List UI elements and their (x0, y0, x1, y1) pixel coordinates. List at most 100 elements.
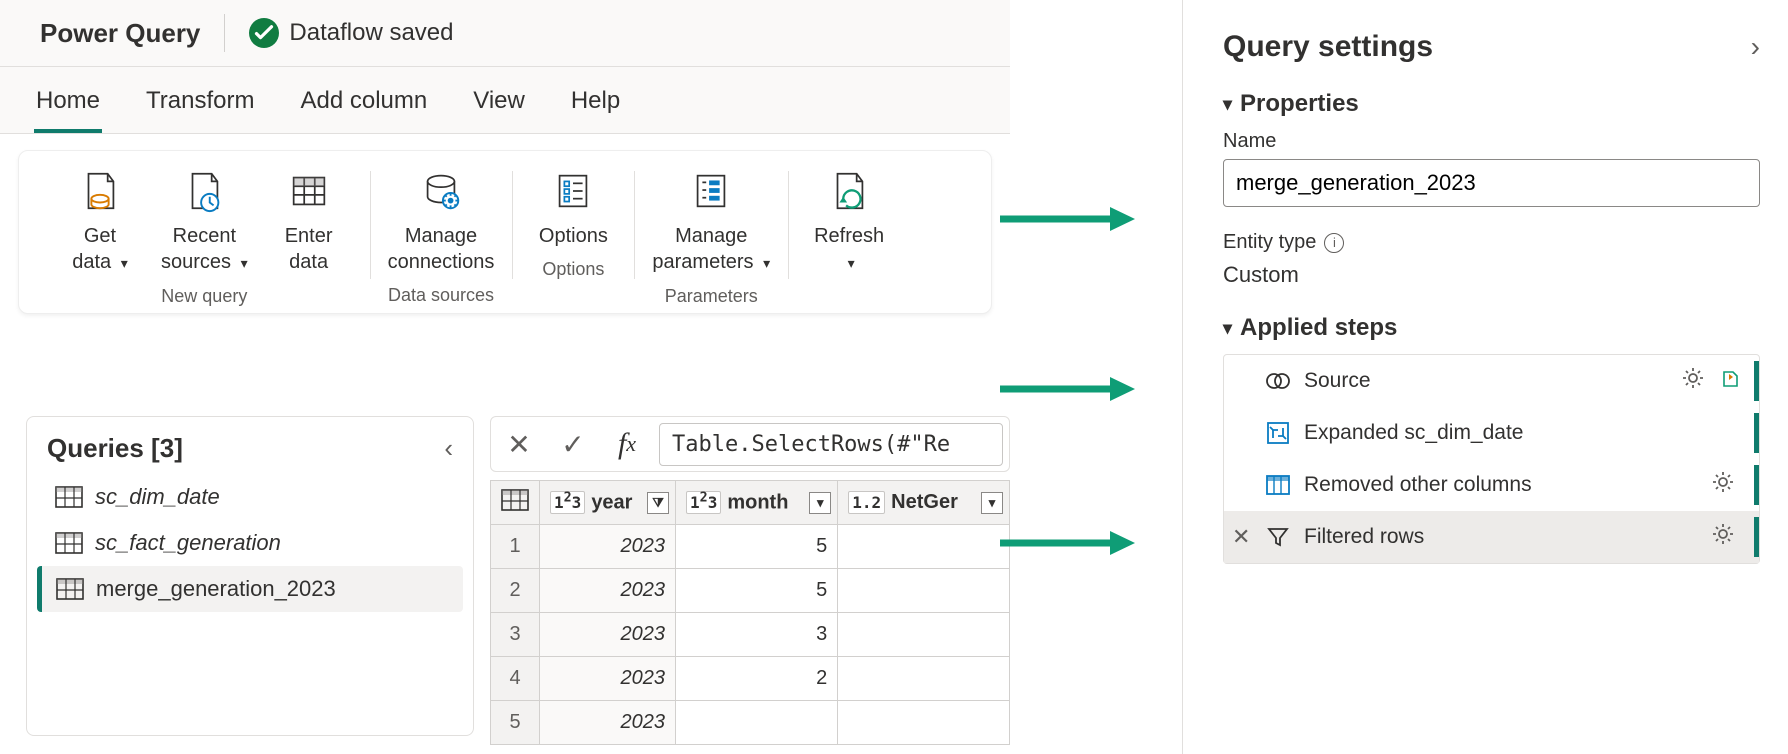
query-item-merge-generation-2023[interactable]: merge_generation_2023 (37, 566, 463, 612)
cell-year[interactable]: 2023 (540, 613, 676, 657)
queries-title: Queries [3] (47, 433, 183, 464)
cell-year[interactable]: 2023 (540, 525, 676, 569)
cell-month[interactable]: 5 (676, 569, 838, 613)
settings-collapse-button[interactable]: › (1751, 31, 1760, 63)
cell-year[interactable]: 2023 (540, 657, 676, 701)
data-grid-area: ✕ ✓ fx Table.SelectRows(#"Re 123year⧩123… (490, 416, 1010, 736)
properties-section-header[interactable]: ▾ Properties (1223, 90, 1760, 118)
annotation-arrow (1000, 528, 1130, 542)
applied-step-expanded-sc_dim_date[interactable]: ✕ Expanded sc_dim_date (1224, 407, 1759, 459)
source-icon (1264, 367, 1292, 395)
delete-step-button[interactable]: ✕ (1232, 524, 1250, 550)
options-button[interactable]: Options (530, 163, 616, 249)
row-number: 1 (491, 525, 540, 569)
gear-icon[interactable] (1681, 366, 1705, 396)
tab-transform[interactable]: Transform (144, 77, 256, 133)
formula-cancel-button[interactable]: ✕ (497, 422, 541, 466)
cell-year[interactable]: 2023 (540, 701, 676, 745)
gear-icon[interactable] (1711, 522, 1735, 552)
query-name-input[interactable] (1223, 159, 1760, 207)
cell-netger[interactable] (838, 569, 1010, 613)
manage-connections-button[interactable]: Manageconnections (388, 163, 495, 275)
options-icon (545, 163, 601, 219)
chevron-down-icon: ▾ (241, 255, 248, 271)
refresh-button[interactable]: Refresh▾ (806, 163, 892, 276)
queries-collapse-button[interactable]: ‹ (444, 433, 453, 464)
step-accent-bar (1754, 413, 1759, 453)
recent-sources-button[interactable]: Recentsources ▾ (161, 163, 248, 276)
step-label: Source (1304, 369, 1371, 393)
table-row[interactable]: 1 2023 5 (491, 525, 1010, 569)
manage-parameters-button[interactable]: Manageparameters ▾ (652, 163, 770, 276)
tab-add-column[interactable]: Add column (299, 77, 430, 133)
save-status-text: Dataflow saved (289, 19, 453, 47)
table-icon (55, 532, 83, 554)
manage-connections-icon (413, 163, 469, 219)
ribbon: Getdata ▾Recentsources ▾Enterdata New que… (18, 150, 992, 314)
cell-year[interactable]: 2023 (540, 569, 676, 613)
info-icon[interactable]: i (1324, 233, 1344, 253)
gear-icon[interactable] (1711, 470, 1735, 500)
cell-netger[interactable] (838, 657, 1010, 701)
cell-month[interactable]: 5 (676, 525, 838, 569)
data-grid[interactable]: 123year⧩123month▾1.2NetGer▾ 1 2023 5 2 2… (490, 480, 1010, 745)
applied-step-filtered-rows[interactable]: ✕ Filtered rows (1224, 511, 1759, 563)
enter-data-icon (281, 163, 337, 219)
entity-type-label: Entity type i (1223, 231, 1760, 254)
chevron-down-icon: ▾ (848, 255, 855, 271)
filter-icon[interactable]: ⧩ (647, 492, 669, 514)
tab-help[interactable]: Help (569, 77, 622, 133)
step-label: Filtered rows (1304, 525, 1424, 549)
applied-steps-list: ✕ Source ✕ Expanded sc_dim_date ✕ Remove… (1223, 354, 1760, 564)
formula-commit-button[interactable]: ✓ (551, 422, 595, 466)
applied-steps-section-header[interactable]: ▾ Applied steps (1223, 314, 1760, 342)
table-row[interactable]: 4 2023 2 (491, 657, 1010, 701)
cell-month[interactable]: 2 (676, 657, 838, 701)
applied-step-removed-other-columns[interactable]: ✕ Removed other columns (1224, 459, 1759, 511)
row-number: 3 (491, 613, 540, 657)
table-icon (55, 486, 83, 508)
titlebar-divider (224, 14, 225, 52)
query-item-sc-dim-date[interactable]: sc_dim_date (37, 474, 463, 520)
row-number: 2 (491, 569, 540, 613)
chevron-down-icon: ▾ (1223, 94, 1232, 115)
cell-netger[interactable] (838, 525, 1010, 569)
tab-home[interactable]: Home (34, 77, 102, 133)
table-row[interactable]: 5 2023 (491, 701, 1010, 745)
query-settings-title: Query settings (1223, 30, 1433, 64)
chevron-down-icon[interactable]: ▾ (981, 492, 1003, 514)
get-data-button[interactable]: Getdata ▾ (57, 163, 143, 276)
annotation-arrow (1000, 374, 1130, 388)
query-item-sc-fact-generation[interactable]: sc_fact_generation (37, 520, 463, 566)
formula-text[interactable]: Table.SelectRows(#"Re (659, 423, 1003, 466)
step-accent-bar (1754, 361, 1759, 401)
expand-icon (1264, 419, 1292, 447)
step-label: Removed other columns (1304, 473, 1532, 497)
ribbon-group-label: New query (161, 286, 247, 307)
type-icon: 1.2 (848, 491, 885, 514)
cell-netger[interactable] (838, 701, 1010, 745)
name-label: Name (1223, 130, 1760, 153)
ribbon-group-label: Options (542, 259, 604, 280)
cell-month[interactable]: 3 (676, 613, 838, 657)
table-row[interactable]: 2 2023 5 (491, 569, 1010, 613)
titlebar: Power Query Dataflow saved (0, 0, 1010, 67)
check-icon (249, 18, 279, 48)
tab-view[interactable]: View (471, 77, 527, 133)
query-settings-pane: Query settings › ▾ Properties Name Entit… (1182, 0, 1788, 754)
column-header-year[interactable]: 123year⧩ (540, 481, 676, 525)
type-icon: 123 (686, 491, 721, 514)
chevron-down-icon[interactable]: ▾ (809, 492, 831, 514)
column-header-month[interactable]: 123month▾ (676, 481, 838, 525)
applied-step-source[interactable]: ✕ Source (1224, 355, 1759, 407)
chevron-down-icon: ▾ (763, 255, 770, 271)
cell-netger[interactable] (838, 613, 1010, 657)
grid-corner[interactable] (491, 481, 540, 525)
column-header-NetGer[interactable]: 1.2NetGer▾ (838, 481, 1010, 525)
native-query-icon[interactable] (1719, 366, 1743, 396)
recent-sources-icon (176, 163, 232, 219)
table-row[interactable]: 3 2023 3 (491, 613, 1010, 657)
get-data-icon (72, 163, 128, 219)
cell-month[interactable] (676, 701, 838, 745)
enter-data-button[interactable]: Enterdata (266, 163, 352, 276)
